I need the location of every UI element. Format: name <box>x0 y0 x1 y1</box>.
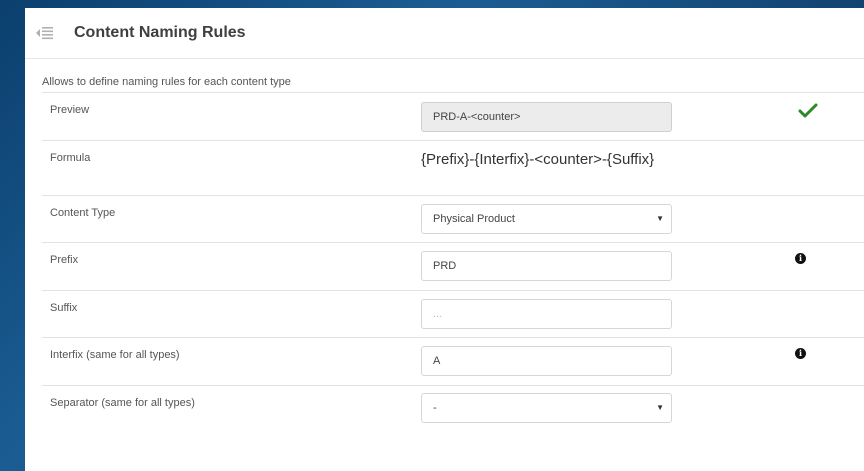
interfix-input[interactable]: A <box>421 346 672 376</box>
preview-field: PRD-A-<counter> <box>421 102 672 132</box>
formula-label: Formula <box>50 152 91 164</box>
panel-header: Content Naming Rules <box>25 8 864 59</box>
page-description: Allows to define naming rules for each c… <box>42 76 291 88</box>
interfix-row: Interfix (same for all types) A i <box>42 337 864 385</box>
collapse-menu-icon[interactable] <box>36 25 54 41</box>
content-type-label: Content Type <box>50 207 116 219</box>
interfix-label: Interfix (same for all types) <box>50 349 180 361</box>
separator-selected: - <box>433 402 437 414</box>
separator-select[interactable]: - ▼ <box>421 393 672 423</box>
chevron-down-icon: ▼ <box>656 214 664 223</box>
page-title: Content Naming Rules <box>74 24 246 41</box>
prefix-row: Prefix PRD i <box>42 242 864 290</box>
content-type-select[interactable]: Physical Product ▼ <box>421 204 672 234</box>
formula-value: {Prefix}-{Interfix}-<counter>-{Suffix} <box>421 151 655 168</box>
separator-label: Separator (same for all types) <box>50 397 195 409</box>
checkmark-icon <box>798 103 818 124</box>
suffix-label: Suffix <box>50 302 78 314</box>
suffix-input[interactable]: ... <box>421 299 672 329</box>
content-type-selected: Physical Product <box>433 213 515 225</box>
separator-row: Separator (same for all types) - ▼ <box>42 385 864 433</box>
chevron-down-icon: ▼ <box>656 403 664 412</box>
content-type-row: Content Type Physical Product ▼ <box>42 195 864 242</box>
rules-form: Preview PRD-A-<counter> Formula {Prefix}… <box>42 92 864 433</box>
prefix-label: Prefix <box>50 254 79 266</box>
preview-row: Preview PRD-A-<counter> <box>42 92 864 140</box>
suffix-row: Suffix ... <box>42 290 864 337</box>
info-icon[interactable]: i <box>795 348 806 359</box>
preview-label: Preview <box>50 104 90 116</box>
naming-rules-panel: Content Naming Rules Allows to define na… <box>25 8 864 471</box>
formula-row: Formula {Prefix}-{Interfix}-<counter>-{S… <box>42 140 864 195</box>
prefix-input[interactable]: PRD <box>421 251 672 281</box>
info-icon[interactable]: i <box>795 253 806 264</box>
